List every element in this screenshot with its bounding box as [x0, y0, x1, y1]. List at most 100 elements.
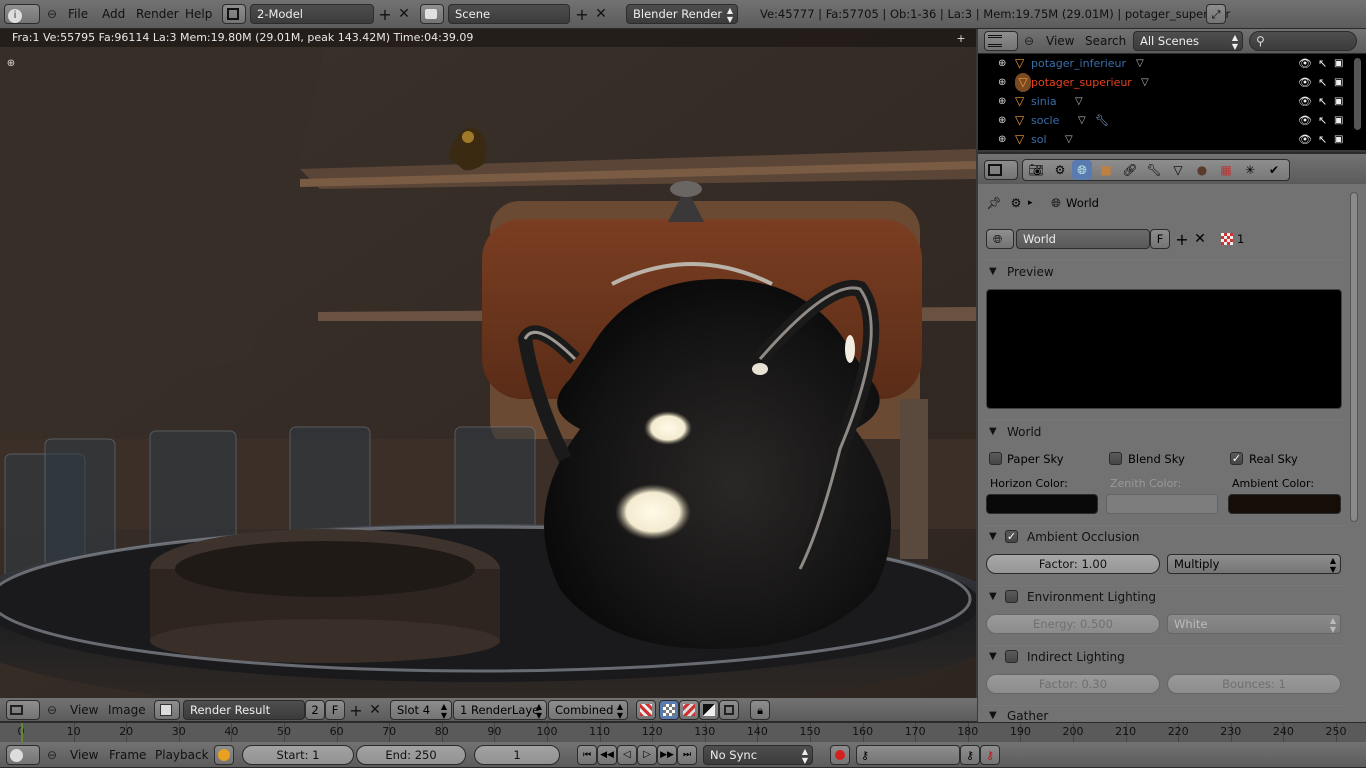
collapse-menus-icon[interactable]: ⊖: [42, 4, 62, 24]
menu-frame[interactable]: Frame: [109, 745, 146, 765]
preview-range-button[interactable]: [214, 745, 234, 765]
eye-icon[interactable]: 👁︎: [1298, 111, 1312, 130]
menu-playback[interactable]: Playback: [155, 745, 209, 765]
slot-select[interactable]: Slot 4 ▲ ▼: [390, 700, 452, 720]
environment-lighting-panel-header[interactable]: ▼ Environment Lighting: [983, 585, 1345, 607]
camera-icon[interactable]: ▣: [1334, 92, 1343, 111]
menu-file[interactable]: File: [68, 4, 88, 24]
preview-panel-header[interactable]: ▼ Preview: [983, 260, 1345, 282]
collapse-menus-icon[interactable]: ⊖: [42, 700, 62, 720]
draw-channels-color-button[interactable]: [636, 700, 656, 720]
scene-field[interactable]: Scene: [448, 4, 570, 24]
blend-sky-checkbox[interactable]: [1109, 452, 1122, 465]
environment-lighting-checkbox[interactable]: [1005, 590, 1018, 603]
outliner-row[interactable]: ⊕ ▽ potager_inferieur ▽ 👁︎ ↖ ▣: [978, 54, 1350, 73]
cursor-icon[interactable]: ↖: [1318, 111, 1327, 130]
new-world-icon[interactable]: +: [1172, 229, 1192, 249]
outliner-scrollbar[interactable]: [1354, 58, 1361, 130]
data-tab-mesh-icon[interactable]: ▽: [1168, 160, 1188, 180]
indirect-lighting-panel-header[interactable]: ▼ Indirect Lighting: [983, 645, 1345, 667]
outliner-row[interactable]: ⊕ ▽ sol ▽ 👁︎ ↖ ▣: [978, 130, 1350, 149]
render-layer-select[interactable]: 1 RenderLaye ▲ ▼: [453, 700, 547, 720]
menu-add[interactable]: Add: [102, 4, 125, 24]
jump-start-button[interactable]: ⏮: [577, 745, 597, 765]
texture-tab-checker-icon[interactable]: ▦: [1216, 160, 1236, 180]
zenith-color-swatch[interactable]: [1106, 494, 1218, 514]
world-name-field[interactable]: World: [1016, 229, 1150, 249]
draw-channels-z-button[interactable]: [699, 700, 719, 720]
new-image-icon[interactable]: +: [346, 700, 366, 720]
horizon-color-swatch[interactable]: [986, 494, 1098, 514]
env-energy-slider[interactable]: Energy: 0.500: [986, 614, 1160, 634]
outliner-item-name[interactable]: potager_inferieur: [1031, 54, 1126, 73]
menu-render[interactable]: Render: [136, 4, 179, 24]
ambient-occlusion-panel-header[interactable]: ▼ ✓ Ambient Occlusion: [983, 525, 1345, 547]
add-scene-icon[interactable]: +: [572, 4, 592, 24]
region-toggle-icon[interactable]: +: [953, 30, 969, 46]
modifiers-tab-wrench-icon[interactable]: 🔧︎: [1144, 160, 1164, 180]
screen-layout-field[interactable]: 2-Model: [250, 4, 374, 24]
jump-keyframe-back-button[interactable]: ◀◀: [597, 745, 617, 765]
image-users-count[interactable]: 2: [305, 700, 325, 720]
collapse-menus-icon[interactable]: ⊖: [1019, 31, 1039, 51]
menu-help[interactable]: Help: [185, 4, 212, 24]
expand-icon[interactable]: ⊕: [998, 73, 1006, 92]
indirect-factor-slider[interactable]: Factor: 0.30: [986, 674, 1160, 694]
play-button[interactable]: ▷: [637, 745, 657, 765]
menu-view[interactable]: View: [70, 700, 98, 720]
pin-icon[interactable]: 📌︎: [984, 193, 1004, 213]
outliner-item-name[interactable]: sinia: [1031, 92, 1057, 111]
world-tab-globe-icon[interactable]: 🌐︎: [1072, 160, 1092, 180]
unlink-world-icon[interactable]: ✕: [1190, 229, 1210, 249]
real-sky-checkbox[interactable]: ✓: [1230, 452, 1243, 465]
delete-screen-icon[interactable]: ✕: [394, 4, 414, 24]
menu-view[interactable]: View: [1046, 31, 1074, 51]
expand-icon[interactable]: ⊕: [998, 54, 1006, 73]
camera-icon[interactable]: ▣: [1334, 130, 1343, 149]
world-panel-header[interactable]: ▼ World: [983, 420, 1345, 442]
eye-icon[interactable]: 👁︎: [1298, 92, 1312, 111]
expand-icon[interactable]: ⊕: [998, 130, 1006, 149]
paper-sky-checkbox[interactable]: [989, 452, 1002, 465]
menu-search[interactable]: Search: [1085, 31, 1126, 51]
ambient-occlusion-checkbox[interactable]: ✓: [1005, 530, 1018, 543]
delete-keyframe-button[interactable]: ⚷: [980, 745, 1000, 765]
camera-icon[interactable]: ▣: [1334, 73, 1343, 92]
editor-type-timeline-button[interactable]: [6, 745, 40, 765]
expand-icon[interactable]: ⊕: [998, 92, 1006, 111]
render-pass-select[interactable]: Combined ▲ ▼: [548, 700, 628, 720]
render-engine-select[interactable]: Blender Render ▲ ▼: [626, 4, 738, 24]
camera-icon[interactable]: ▣: [1334, 54, 1343, 73]
ao-factor-slider[interactable]: Factor: 1.00: [986, 554, 1160, 574]
start-frame-field[interactable]: Start: 1: [242, 745, 354, 765]
camera-icon[interactable]: ▣: [1334, 111, 1343, 130]
sync-mode-select[interactable]: No Sync ▲ ▼: [703, 745, 813, 765]
collapse-menus-icon[interactable]: ⊖: [42, 745, 62, 765]
cursor-icon[interactable]: ↖: [1318, 92, 1327, 111]
eye-icon[interactable]: 👁︎: [1298, 130, 1312, 149]
jump-end-button[interactable]: ⏭: [677, 745, 697, 765]
play-reverse-button[interactable]: ◁: [617, 745, 637, 765]
outliner-search-input[interactable]: ⚲: [1249, 31, 1357, 51]
indirect-lighting-checkbox[interactable]: [1005, 650, 1018, 663]
insert-keyframe-button[interactable]: ⚷: [960, 745, 980, 765]
delete-scene-icon[interactable]: ✕: [591, 4, 611, 24]
scene-tab-icon[interactable]: ⚙︎: [1050, 160, 1070, 180]
auto-keying-record-button[interactable]: [830, 745, 850, 765]
draw-channels-rgb-button[interactable]: [679, 700, 699, 720]
outliner-row[interactable]: ⊕ ▽ socle ▽ 🔧︎ 👁︎ ↖ ▣: [978, 111, 1350, 130]
jump-keyframe-forward-button[interactable]: ▶▶: [657, 745, 677, 765]
unlink-image-icon[interactable]: ✕: [365, 700, 385, 720]
browse-image-button[interactable]: [154, 700, 180, 720]
keying-set-field[interactable]: ⚷: [856, 745, 960, 765]
env-color-select[interactable]: White ▲ ▼: [1167, 614, 1341, 634]
outliner-row[interactable]: ⊕ ▽ sinia ▽ 👁︎ ↖ ▣: [978, 92, 1350, 111]
image-name-field[interactable]: Render Result: [183, 700, 305, 720]
timeline-ruler[interactable]: 0102030405060708090100110120130140150160…: [0, 722, 1366, 742]
end-frame-field[interactable]: End: 250: [356, 745, 466, 765]
ambient-color-swatch[interactable]: [1228, 494, 1341, 514]
scene-icon-button[interactable]: [420, 4, 444, 24]
draw-channels-mono-button[interactable]: [719, 700, 739, 720]
indirect-bounces-field[interactable]: Bounces: 1: [1167, 674, 1341, 694]
expand-icon[interactable]: ⊕: [998, 111, 1006, 130]
